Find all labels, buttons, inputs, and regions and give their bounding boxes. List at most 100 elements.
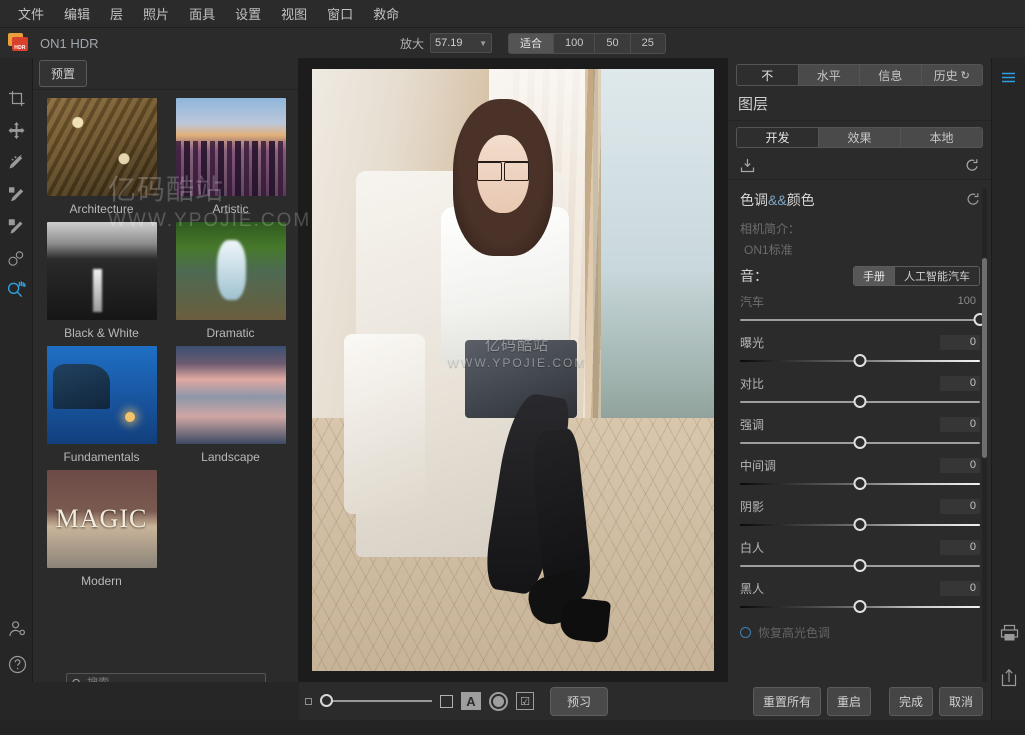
tab-local[interactable]: 本地: [901, 128, 982, 147]
preset-thumbnail: [175, 98, 286, 196]
done-button[interactable]: 完成: [888, 686, 933, 716]
tab-presets[interactable]: 预置: [39, 60, 88, 87]
preset-thumbnail: MAGIC: [46, 470, 157, 568]
panel-scroll-area[interactable]: 色调&&颜色 相机简介： ON1标准 音： 手册 人工智能汽车 汽车 100 曝…: [728, 180, 992, 735]
adjustments-panel-icon[interactable]: [992, 62, 1025, 96]
zoom-preset-100[interactable]: 100: [554, 33, 596, 53]
slider-whites: 白人 0: [728, 532, 992, 573]
restart-button[interactable]: 重启: [826, 686, 871, 716]
preset-thumbnail: [46, 346, 157, 444]
preset-label: Artistic: [212, 202, 249, 216]
edited-photo[interactable]: 亿码酷站 WWW.YPOJIE.COM: [312, 69, 714, 671]
slider-track[interactable]: [740, 313, 987, 327]
menu-bar: 文件 编辑 层 照片 面具 设置 视图 窗口 救命: [0, 0, 1025, 28]
thumbnail-small-icon[interactable]: [305, 697, 312, 705]
recover-highlights-option[interactable]: 恢复高光色调: [728, 614, 992, 641]
retouch-brush-icon[interactable]: [0, 146, 33, 178]
preset-thumbnail-text: MAGIC: [55, 504, 148, 533]
reset-panel-icon[interactable]: [965, 158, 979, 175]
slider-value[interactable]: 0: [940, 334, 980, 350]
blemish-remover-icon[interactable]: [0, 242, 33, 274]
preset-item-dramatic[interactable]: Dramatic: [172, 222, 289, 340]
reset-all-button[interactable]: 重置所有: [752, 686, 821, 716]
presets-tab-row: 预置: [33, 58, 298, 90]
tab-horizontal[interactable]: 水平: [798, 65, 860, 85]
photo-watermark: 亿码酷站 WWW.YPOJIE.COM: [336, 334, 698, 370]
zoom-toolbar: 放大 57.19 ▼ 适合 100 50 25: [400, 28, 666, 58]
slider-value[interactable]: 0: [940, 457, 980, 473]
tab-history[interactable]: 历史 ↻: [921, 65, 982, 85]
text-overlay-icon[interactable]: A: [461, 692, 481, 710]
slider-value[interactable]: 0: [940, 580, 980, 596]
preset-item-architecture[interactable]: Architecture: [43, 98, 160, 216]
preset-item-fundamentals[interactable]: Fundamentals: [43, 346, 160, 464]
slider-track[interactable]: [740, 559, 980, 573]
menu-view[interactable]: 视图: [271, 1, 317, 26]
canvas-area[interactable]: 亿码酷站 WWW.YPOJIE.COM: [299, 58, 727, 682]
menu-layer[interactable]: 层: [100, 1, 133, 26]
menu-help[interactable]: 救命: [363, 1, 409, 26]
slider-track[interactable]: [740, 354, 980, 368]
slider-value[interactable]: 0: [940, 375, 980, 391]
tab-develop[interactable]: 开发: [737, 128, 819, 147]
cancel-button[interactable]: 取消: [938, 686, 983, 716]
slider-track[interactable]: [740, 600, 980, 614]
zoom-preset-25[interactable]: 25: [631, 34, 665, 53]
slider-shadows: 阴影 0: [728, 491, 992, 532]
camera-profile-value[interactable]: ON1标准: [740, 241, 980, 258]
tone-mode-ai-auto[interactable]: 人工智能汽车: [895, 267, 979, 285]
slider-track[interactable]: [740, 477, 980, 491]
share-export-icon[interactable]: [992, 660, 1025, 694]
tab-effects[interactable]: 效果: [819, 128, 901, 147]
preset-item-modern[interactable]: MAGIC Modern: [43, 470, 160, 588]
reset-group-icon[interactable]: [966, 192, 980, 209]
thumbnail-size-slider[interactable]: [320, 694, 432, 708]
menu-file[interactable]: 文件: [8, 1, 54, 26]
zoom-tool-icon[interactable]: [0, 274, 33, 306]
save-preset-icon[interactable]: [740, 158, 755, 176]
radio-icon[interactable]: [740, 627, 751, 638]
thumbnail-large-icon[interactable]: [440, 694, 453, 708]
tone-mode-group: 手册 人工智能汽车: [853, 266, 980, 286]
tone-mode-manual[interactable]: 手册: [854, 267, 895, 285]
tone-color-group-header[interactable]: 色调&&颜色: [728, 180, 992, 218]
perfect-brush-icon[interactable]: [0, 178, 33, 210]
preview-button[interactable]: 预习: [550, 686, 609, 716]
slider-value[interactable]: 100: [940, 294, 980, 309]
slider-blacks: 黑人 0: [728, 573, 992, 614]
zoom-level-select[interactable]: 57.19 ▼: [430, 33, 493, 53]
panel-scrollbar-thumb[interactable]: [982, 258, 987, 458]
zoom-preset-50[interactable]: 50: [595, 33, 631, 53]
preset-item-artistic[interactable]: Artistic: [172, 98, 289, 216]
slider-track[interactable]: [740, 395, 980, 409]
move-tool-icon[interactable]: [0, 114, 33, 146]
tab-none[interactable]: 不: [737, 65, 799, 85]
app-title: ON1 HDR: [40, 35, 99, 51]
menu-mask[interactable]: 面具: [179, 1, 225, 26]
slider-track[interactable]: [740, 518, 980, 532]
presets-scroll-area[interactable]: Architecture Artistic Black & White Dram…: [33, 90, 299, 680]
slider-midtones: 中间调 0: [728, 450, 992, 491]
tab-info[interactable]: 信息: [860, 65, 922, 85]
slider-track[interactable]: [740, 436, 980, 450]
soft-proof-icon[interactable]: [489, 691, 508, 711]
group-title-part2: 颜色: [786, 192, 815, 208]
help-icon[interactable]: [8, 655, 27, 677]
preset-item-black-and-white[interactable]: Black & White: [43, 222, 160, 340]
zoom-preset-fit[interactable]: 适合: [509, 33, 555, 53]
menu-photo[interactable]: 照片: [133, 1, 179, 26]
menu-window[interactable]: 窗口: [317, 1, 363, 26]
crop-tool-icon[interactable]: [0, 82, 33, 114]
menu-settings[interactable]: 设置: [225, 1, 271, 26]
slider-value[interactable]: 0: [940, 539, 980, 555]
slider-value[interactable]: 0: [940, 416, 980, 432]
slider-highlights: 强调 0: [728, 409, 992, 450]
preset-item-landscape[interactable]: Landscape: [172, 346, 289, 464]
checkmark-toggle-icon[interactable]: ☑: [516, 692, 534, 710]
masking-brush-icon[interactable]: [0, 210, 33, 242]
menu-edit[interactable]: 编辑: [54, 1, 100, 26]
slider-value[interactable]: 0: [940, 498, 980, 514]
right-panel-tabs: 不 水平 信息 历史 ↻: [736, 64, 983, 86]
print-icon[interactable]: [992, 616, 1025, 650]
account-icon[interactable]: [8, 620, 27, 642]
